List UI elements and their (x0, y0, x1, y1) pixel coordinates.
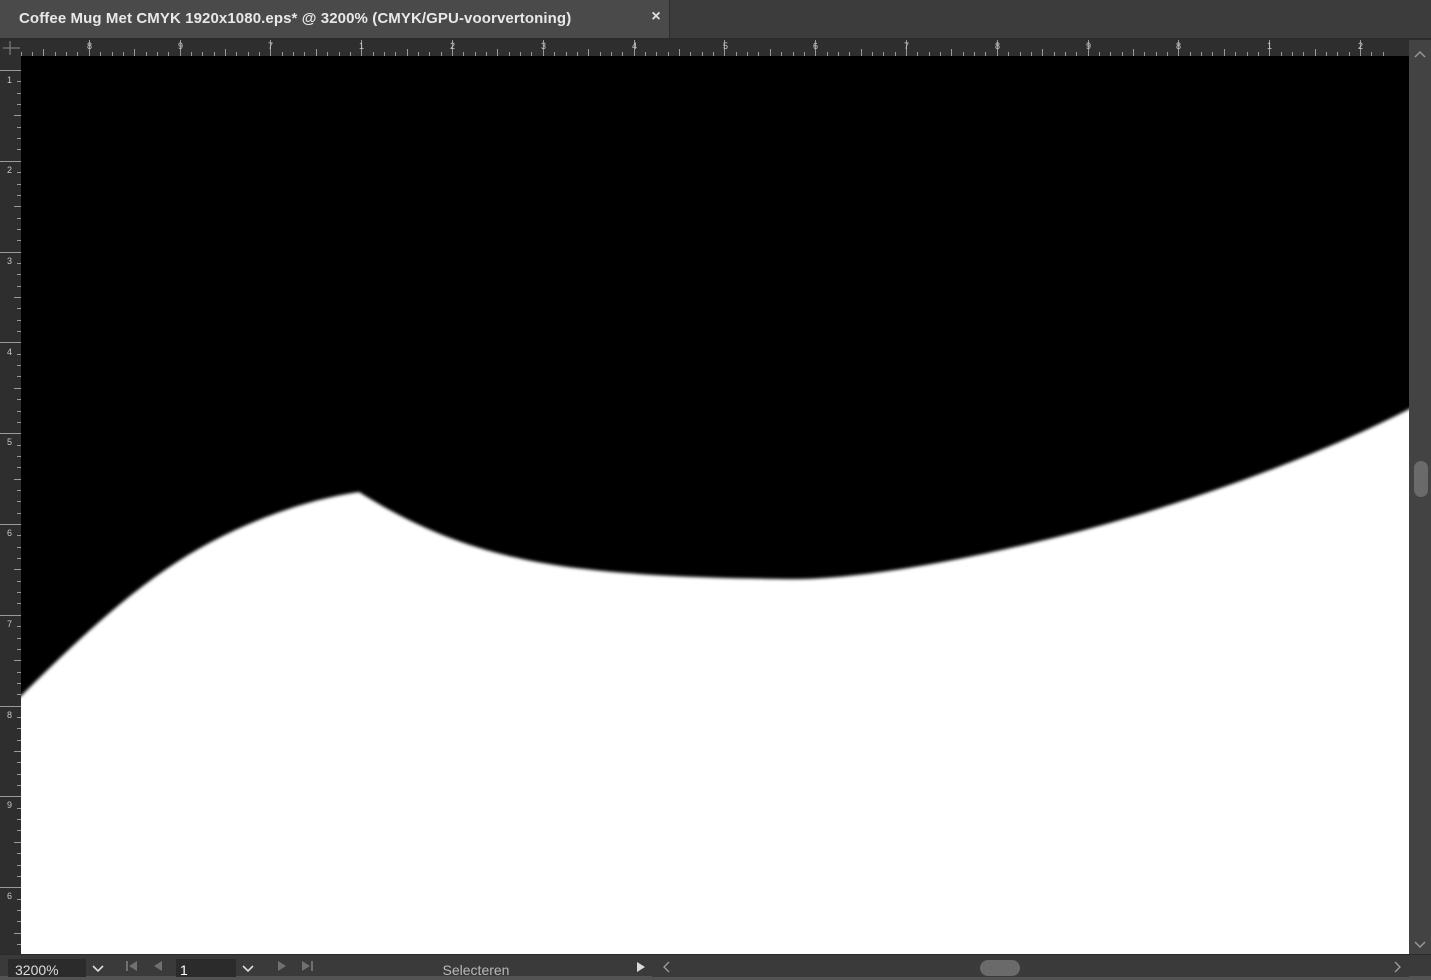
ruler-label: 5 (723, 41, 729, 51)
document-tab-title: Coffee Mug Met CMYK 1920x1080.eps* @ 320… (19, 10, 572, 27)
first-page-icon[interactable] (124, 960, 140, 976)
ruler-label: 8 (7, 710, 13, 720)
last-page-icon[interactable] (299, 960, 315, 976)
vertical-scroll-thumb[interactable] (1414, 461, 1428, 497)
ruler-label: 3 (7, 256, 13, 266)
horizontal-ruler[interactable]: 8 9 7 1 2 3 4 5 6 7 8 9 8 1 2 (21, 40, 1409, 56)
artwork (21, 56, 1409, 954)
ruler-label: 9 (178, 41, 184, 51)
horizontal-scroll-thumb[interactable] (980, 960, 1020, 976)
vertical-ruler[interactable]: 1 2 3 4 5 6 7 8 9 6 (0, 56, 21, 954)
zoom-level-field[interactable]: 3200% (8, 959, 86, 977)
ruler-origin[interactable] (0, 40, 21, 56)
ruler-label: 6 (7, 891, 13, 901)
play-icon[interactable] (634, 960, 648, 976)
ruler-label: 2 (450, 41, 456, 51)
document-canvas[interactable] (21, 56, 1409, 954)
ruler-label: 6 (7, 528, 13, 538)
ruler-label: 2 (7, 165, 13, 175)
ruler-label: 8 (1176, 41, 1182, 51)
status-text: Selecteren (442, 962, 510, 977)
chevron-down-icon[interactable] (238, 960, 258, 976)
ruler-label: 3 (541, 41, 547, 51)
ruler-label: 7 (7, 619, 13, 629)
vertical-scrollbar[interactable] (1409, 40, 1431, 954)
chevron-down-icon[interactable] (88, 960, 108, 976)
ruler-label: 9 (7, 800, 13, 810)
ruler-label: 4 (7, 347, 13, 357)
scroll-up-icon[interactable] (1409, 46, 1431, 60)
next-page-icon[interactable] (274, 960, 290, 976)
horizontal-ruler-ticks (21, 40, 1384, 56)
ruler-label: 1 (359, 41, 365, 51)
ruler-label: 7 (268, 41, 274, 51)
scroll-left-icon[interactable] (658, 956, 674, 977)
status-bar: 3200% 1 Selecteren (0, 954, 1431, 977)
previous-page-icon[interactable] (150, 960, 166, 976)
page-number-field[interactable]: 1 (176, 959, 236, 977)
horizontal-scrollbar[interactable] (652, 956, 1409, 977)
ruler-label: 2 (1358, 41, 1364, 51)
document-tab[interactable]: Coffee Mug Met CMYK 1920x1080.eps* @ 320… (0, 0, 670, 38)
scroll-down-icon[interactable] (1409, 937, 1431, 951)
ruler-label: 8 (87, 41, 93, 51)
ruler-origin-icon (3, 41, 20, 55)
scroll-right-icon[interactable] (1390, 956, 1406, 977)
document-tab-bar: Coffee Mug Met CMYK 1920x1080.eps* @ 320… (0, 0, 1431, 38)
ruler-label: 5 (7, 437, 13, 447)
ruler-label: 1 (7, 75, 13, 85)
close-icon[interactable]: × (647, 6, 665, 28)
ruler-label: 6 (813, 41, 819, 51)
ruler-label: 7 (904, 41, 910, 51)
ruler-label: 4 (632, 41, 638, 51)
ruler-label: 8 (995, 41, 1001, 51)
ruler-label: 1 (1267, 41, 1273, 51)
ruler-label: 9 (1086, 41, 1092, 51)
vertical-ruler-ticks (0, 70, 21, 945)
